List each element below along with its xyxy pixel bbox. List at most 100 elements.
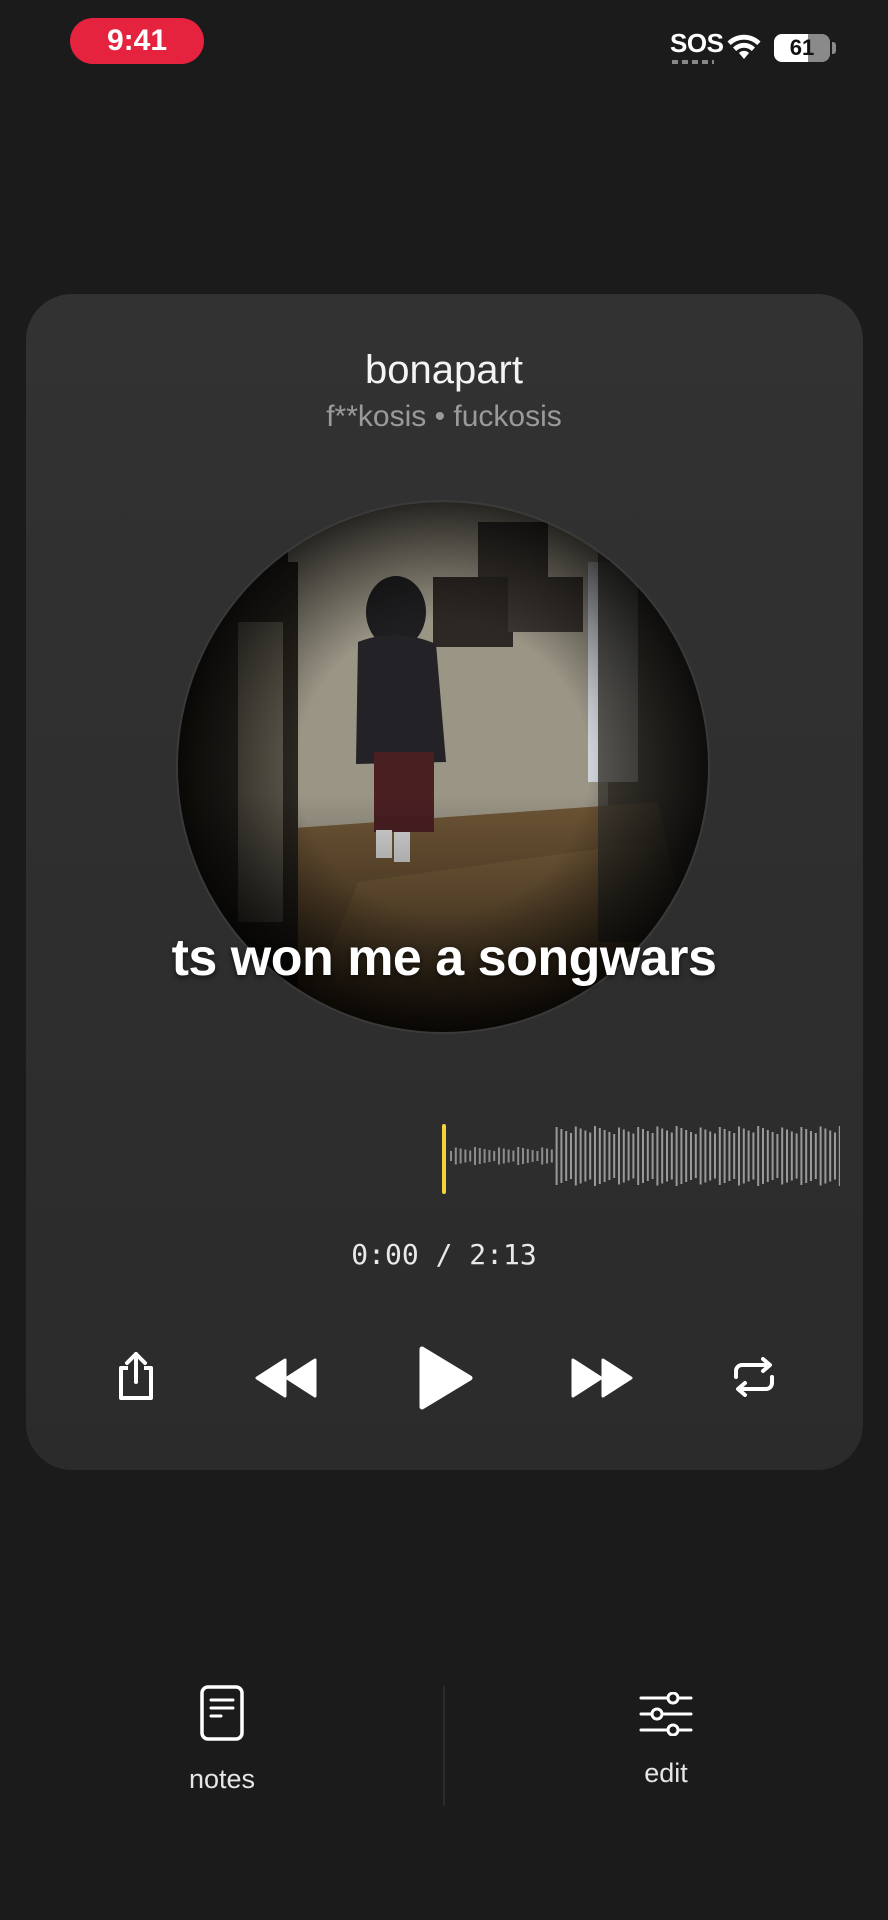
waveform-bar [747,1130,750,1182]
waveform-bar [786,1129,788,1183]
waveform-bar [795,1133,798,1179]
waveform-bar [834,1132,836,1180]
waveform-bar [603,1130,606,1182]
waveform-bar [723,1129,726,1183]
waveform-bar [829,1130,832,1182]
edit-label: edit [644,1758,688,1788]
waveform-bar [459,1148,462,1164]
waveform-bar [565,1131,568,1181]
waveform-bar [694,1134,697,1178]
wifi-icon [727,34,761,59]
waveform-bar [637,1127,640,1185]
notes-button[interactable]: notes [102,1684,342,1795]
waveform-bar [709,1131,712,1181]
waveform-bar [536,1151,539,1161]
waveform-bar [474,1147,476,1165]
waveform-bar [493,1151,496,1161]
bottom-divider [443,1686,445,1806]
waveform-bar [685,1130,688,1182]
share-icon [119,1352,153,1400]
waveform-bar [502,1148,505,1164]
waveform-bar [733,1133,736,1179]
track-title: bonapart [365,348,523,392]
waveform-bar [714,1133,716,1179]
waveform-bar [541,1147,544,1165]
waveform-bar [690,1132,692,1180]
track-subtitle: f**kosis • fuckosis [326,400,562,433]
time-readout: 0:00 / 2:13 [351,1238,537,1271]
waveform-bar [838,1126,840,1186]
repeat-button[interactable] [726,1352,782,1402]
battery-label: 61 [789,35,815,60]
waveform-bar [498,1147,500,1165]
waveform-bar [627,1131,630,1181]
waveform-bar [584,1130,587,1182]
waveform-bar [560,1129,563,1183]
waveform-bar [742,1128,745,1184]
waveform-bar [598,1128,601,1184]
waveform-bar [718,1127,721,1185]
waveform-bar [704,1129,707,1183]
playhead[interactable] [442,1124,446,1194]
waveform-bar [469,1150,472,1162]
waveform-bar [670,1132,673,1180]
battery-indicator: 61 [774,34,830,62]
waveform-bar [454,1147,457,1165]
waveform-bar [762,1128,764,1184]
waveform-bar [776,1134,779,1178]
waveform-bar [546,1148,548,1164]
sliders-icon [639,1692,693,1736]
waveform-bar [555,1127,558,1185]
screen: 9:41 SOS 61 bonapart f**kosis • fuckosis [0,0,888,1920]
waveform-bar [781,1127,784,1185]
waveform-bar [651,1133,654,1179]
waveform-bar [550,1149,553,1163]
share-button[interactable] [108,1348,164,1404]
battery-cap [832,42,836,54]
document-icon [200,1685,244,1741]
waveform-bar [464,1149,467,1163]
waveform-bar [613,1134,616,1178]
waveform-bar [666,1130,668,1182]
play-icon [419,1346,473,1410]
waveform-bar [507,1149,510,1163]
status-time[interactable]: 9:41 [70,18,204,64]
waveform-bar [526,1149,529,1163]
rewind-icon [255,1358,317,1398]
waveform-bar [483,1149,486,1163]
waveform-bar [805,1129,808,1183]
waveform-bar [675,1126,678,1186]
waveform-bar [608,1132,611,1180]
waveform-bar [699,1127,702,1185]
cellular-dots [672,60,714,64]
waveform-bar [752,1132,755,1180]
waveform-bar [738,1126,740,1186]
waveform-bar [574,1126,577,1186]
rewind-button[interactable] [252,1350,322,1406]
waveform-bar [766,1130,769,1182]
waveform-bar [790,1131,793,1181]
fast-forward-button[interactable] [566,1350,636,1406]
waveform-bar [570,1133,572,1179]
waveform-bar [680,1128,683,1184]
waveform-bar [642,1129,644,1183]
waveform-bar [810,1131,812,1181]
waveform-bar [517,1147,520,1165]
waveform-bar [589,1132,592,1180]
waveform-bar [632,1133,635,1179]
waveform-scrubber[interactable] [440,1120,840,1192]
play-button[interactable] [410,1340,480,1416]
waveform-bar [656,1126,659,1186]
waveform-bar [512,1150,515,1162]
notes-label: notes [188,1764,256,1794]
lyric-caption: ts won me a songwars [171,929,717,987]
waveform-bar [646,1131,649,1181]
waveform-bar [618,1127,620,1185]
edit-button[interactable]: edit [546,1692,786,1789]
waveform-bar [771,1132,774,1180]
waveform-bar [814,1133,817,1179]
waveform-bar [450,1151,452,1161]
waveform-bar [757,1126,760,1186]
waveform-bar [824,1128,827,1184]
repeat-icon [734,1357,774,1397]
